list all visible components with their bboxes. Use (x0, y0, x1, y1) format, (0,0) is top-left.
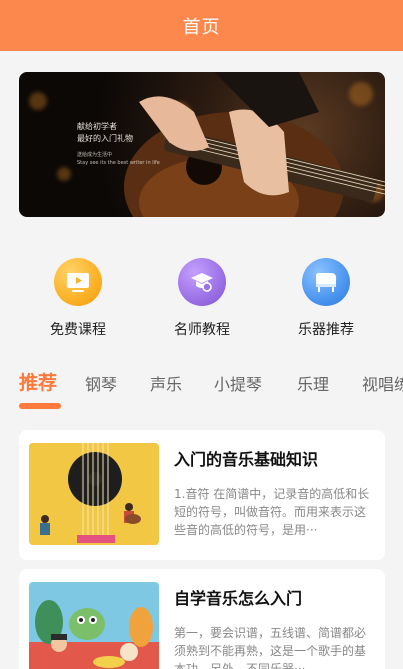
category-row: 免费课程 名师教程 乐器推荐 (0, 258, 403, 338)
category-label: 免费课程 (50, 322, 106, 338)
article-title: 入门的音乐基础知识 (174, 450, 319, 469)
tab-violin[interactable]: 小提琴 (214, 371, 262, 395)
category-free-courses[interactable]: 免费课程 (28, 258, 128, 339)
category-label: 名师教程 (174, 322, 230, 338)
article-title: 自学音乐怎么入门 (174, 589, 303, 608)
article-thumbnail (29, 582, 159, 669)
article-thumbnail (29, 443, 159, 545)
banner-line-3: 送给成为生活中 (77, 152, 113, 158)
article-description: 第一，要会识谱，五线谱、简谱都必须熟到不能再熟，这是一个歌手的基本功，另外，不同… (174, 626, 367, 669)
video-icon (54, 258, 102, 306)
category-tabs: 推荐 钢琴 声乐 小提琴 乐理 视唱练耳 (19, 368, 403, 410)
article-card[interactable]: 入门的音乐基础知识 1.音符 在简谱中，记录音的高低和长短的符号，叫做音符。而用… (19, 430, 385, 560)
article-description: 1.音符 在简谱中，记录音的高低和长短的符号，叫做音符。而用来表示这些音的高低的… (174, 487, 370, 537)
banner-carousel[interactable]: 献给初学者 最好的入门礼物 送给成为生活中 Stay see its the b… (19, 72, 385, 217)
tab-vocal[interactable]: 声乐 (150, 371, 182, 395)
category-teacher-tutorials[interactable]: 名师教程 (152, 258, 252, 339)
banner-line-4: Stay see its the best writer in life (77, 160, 160, 166)
piano-icon (302, 258, 350, 306)
category-instrument-recommend[interactable]: 乐器推荐 (276, 258, 376, 339)
top-bar: 首页 (0, 0, 403, 51)
active-tab-indicator (19, 403, 61, 409)
category-label: 乐器推荐 (298, 322, 354, 338)
tab-music-theory[interactable]: 乐理 (297, 371, 329, 395)
article-card[interactable]: 自学音乐怎么入门 第一，要会识谱，五线谱、简谱都必须熟到不能再熟，这是一个歌手的… (19, 569, 385, 669)
banner-line-1: 献给初学者 (77, 122, 117, 131)
banner-line-2: 最好的入门礼物 (77, 134, 133, 143)
tab-recommend[interactable]: 推荐 (19, 368, 57, 395)
guitar-image (124, 72, 385, 217)
tab-solfege[interactable]: 视唱练耳 (362, 371, 403, 395)
teacher-icon (178, 258, 226, 306)
page-title: 首页 (182, 16, 221, 38)
tab-piano[interactable]: 钢琴 (85, 371, 117, 395)
